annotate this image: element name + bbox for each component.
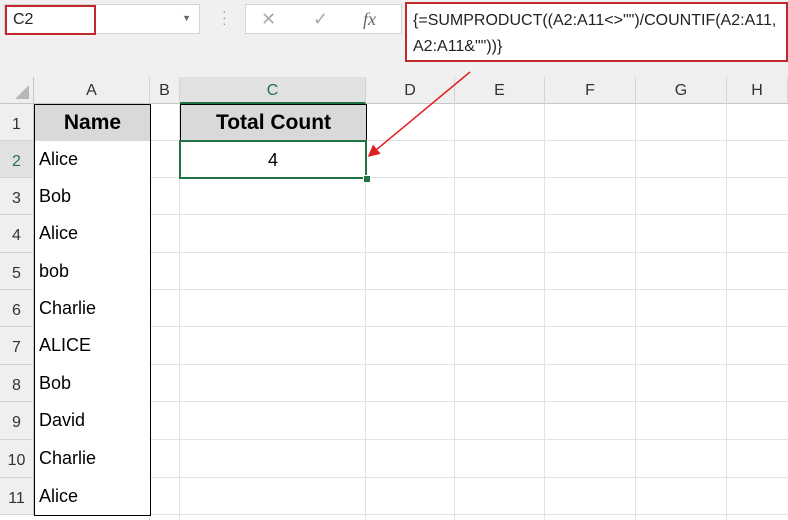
annotation-arrow: [367, 71, 471, 157]
